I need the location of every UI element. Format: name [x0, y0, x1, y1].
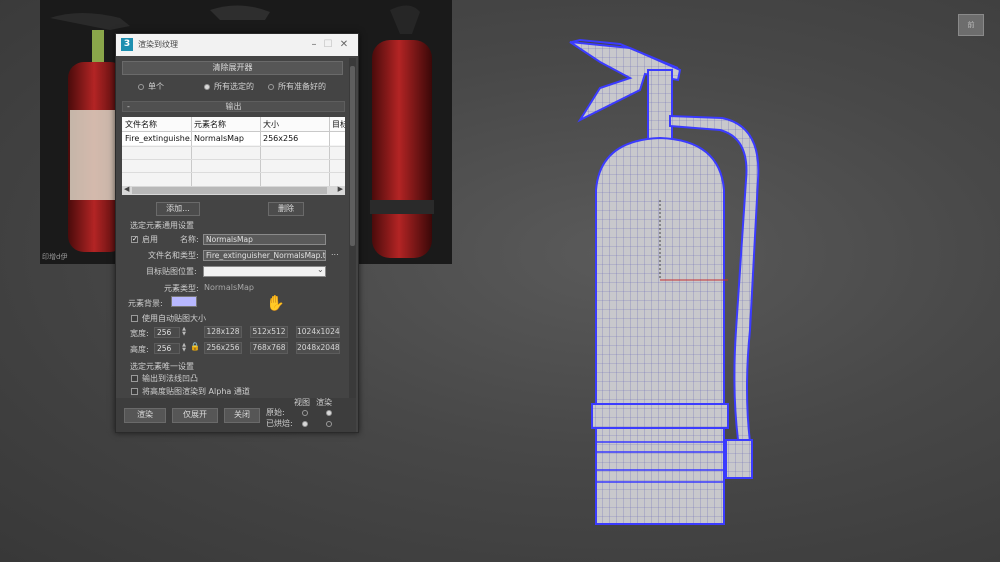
element-bg-color-swatch[interactable]	[171, 296, 197, 307]
table-cell: NormalsMap	[194, 134, 244, 143]
output-to-normal-bump-label: 输出到法线凹凸	[142, 374, 198, 383]
size-preset-button[interactable]: 512x512	[250, 326, 288, 338]
close-button[interactable]: 关闭	[224, 408, 260, 423]
radio-all-prepared[interactable]: 所有准备好的	[268, 81, 326, 92]
column-header[interactable]: 目标	[332, 119, 345, 130]
output-section-title: 输出	[225, 102, 242, 111]
render-height-alpha-checkbox[interactable]	[131, 388, 138, 395]
render-button[interactable]: 渲染	[124, 408, 166, 423]
width-spinner[interactable]: ▲ ▼	[181, 327, 187, 338]
size-preset-button[interactable]: 2048x2048	[296, 342, 340, 354]
row-divider	[122, 172, 345, 173]
width-label: 宽度:	[130, 329, 149, 338]
name-label: 名称:	[180, 235, 199, 244]
column-header[interactable]: 元素名称	[194, 119, 226, 130]
size-preset-button[interactable]: 768x768	[250, 342, 288, 354]
reference-caption: 印增d伊	[42, 253, 68, 261]
view-label: 视图	[294, 398, 310, 407]
enable-checkbox[interactable]: ✓	[131, 236, 138, 243]
output-section-header[interactable]: - 输出	[122, 101, 345, 112]
render-to-texture-dialog[interactable]: 3 渲染到纹理 – ☐ ✕ 清除展开器 单个 所有选定的 所有准备好的 - 输出…	[115, 33, 359, 433]
column-divider	[191, 117, 192, 189]
unwrap-only-button[interactable]: 仅展开	[172, 408, 218, 423]
browse-button[interactable]: ...	[331, 248, 339, 257]
column-header[interactable]: 文件名称	[125, 119, 157, 130]
row-divider	[122, 159, 345, 160]
height-spinner[interactable]: ▲ ▼	[181, 343, 187, 354]
original-view-radio[interactable]	[302, 408, 312, 417]
radio-dot	[326, 409, 332, 416]
radio-dot	[326, 420, 332, 427]
clear-unwrapper-button[interactable]: 清除展开器	[122, 61, 343, 75]
output-table[interactable]: 文件名称 元素名称 大小 目标 Fire_extinguishe... Norm…	[122, 117, 345, 189]
table-cell: Fire_extinguishe...	[125, 134, 191, 143]
original-render-radio[interactable]	[326, 408, 336, 417]
collapse-icon: -	[127, 102, 130, 111]
dialog-scrollbar[interactable]	[349, 58, 356, 428]
dialog-title: 渲染到纹理	[138, 40, 178, 49]
close-icon[interactable]: ✕	[336, 37, 352, 52]
table-cell: 256x256	[263, 134, 299, 143]
radio-single-label: 单个	[148, 82, 164, 91]
output-to-normal-bump-checkbox[interactable]	[131, 375, 138, 382]
radio-single[interactable]: 单个	[138, 81, 164, 92]
extinguisher-wireframe-model[interactable]	[560, 30, 780, 530]
radio-dot	[302, 409, 308, 416]
element-type-label: 元素类型:	[164, 284, 199, 293]
baked-view-radio[interactable]	[302, 419, 312, 428]
dialog-footer: 渲染 仅展开 关闭 视图 渲染 原始: 已烘焙:	[116, 398, 356, 432]
add-button[interactable]: 添加...	[156, 202, 200, 216]
render-height-alpha-label: 将高度贴图渲染到 Alpha 通道	[142, 387, 250, 396]
radio-dot	[268, 83, 274, 90]
unique-settings-title: 选定元素唯一设置	[130, 362, 194, 371]
file-name-type-label: 文件名和类型:	[148, 251, 199, 260]
chevron-down-icon[interactable]: ⌄	[317, 265, 324, 274]
radio-all-prepared-label: 所有准备好的	[278, 82, 326, 91]
target-map-slot-label: 目标贴图位置:	[146, 267, 197, 276]
baked-render-radio[interactable]	[326, 419, 336, 428]
radio-dot	[204, 83, 210, 90]
radio-dot	[302, 420, 308, 427]
viewcube[interactable]: 前	[958, 14, 984, 36]
column-divider	[329, 117, 330, 189]
element-bg-label: 元素背景:	[128, 299, 163, 308]
app-logo-icon: 3	[121, 38, 133, 51]
radio-dot	[138, 83, 144, 90]
column-divider	[260, 117, 261, 189]
height-field[interactable]: 256	[154, 343, 180, 354]
auto-map-size-label: 使用自动贴图大小	[142, 314, 206, 323]
scrollbar-thumb[interactable]	[350, 66, 355, 246]
table-horizontal-scrollbar[interactable]: ◀ ▶	[122, 185, 345, 195]
lock-icon[interactable]: 🔒	[190, 342, 200, 351]
column-header[interactable]: 大小	[263, 119, 279, 130]
scroll-left-icon[interactable]: ◀	[124, 185, 129, 193]
height-label: 高度:	[130, 345, 149, 354]
scroll-right-icon[interactable]: ▶	[338, 185, 343, 193]
maximize-icon[interactable]: ☐	[320, 37, 336, 52]
scrollbar-thumb[interactable]	[132, 187, 327, 194]
common-settings-title: 选定元素通用设置	[130, 221, 194, 230]
radio-all-selected[interactable]: 所有选定的	[204, 81, 254, 92]
element-type-value: NormalsMap	[204, 283, 254, 292]
size-preset-button[interactable]: 1024x1024	[296, 326, 340, 338]
name-field[interactable]: NormalsMap	[203, 234, 326, 245]
auto-map-size-checkbox[interactable]	[131, 315, 138, 322]
delete-button[interactable]: 删除	[268, 202, 304, 216]
file-name-field[interactable]: Fire_extinguisher_NormalsMap.tga	[203, 250, 326, 261]
original-label: 原始:	[266, 408, 285, 417]
dialog-titlebar[interactable]: 3 渲染到纹理 – ☐ ✕	[116, 34, 358, 56]
enable-label: 启用	[142, 235, 158, 244]
hand-cursor-icon: ✋	[266, 294, 285, 312]
radio-all-selected-label: 所有选定的	[214, 82, 254, 91]
row-divider	[122, 146, 345, 147]
baked-label: 已烘焙:	[266, 419, 293, 428]
width-field[interactable]: 256	[154, 327, 180, 338]
size-preset-button[interactable]: 128x128	[204, 326, 242, 338]
render-label: 渲染	[316, 398, 332, 407]
target-map-slot-dropdown[interactable]	[203, 266, 326, 277]
size-preset-button[interactable]: 256x256	[204, 342, 242, 354]
